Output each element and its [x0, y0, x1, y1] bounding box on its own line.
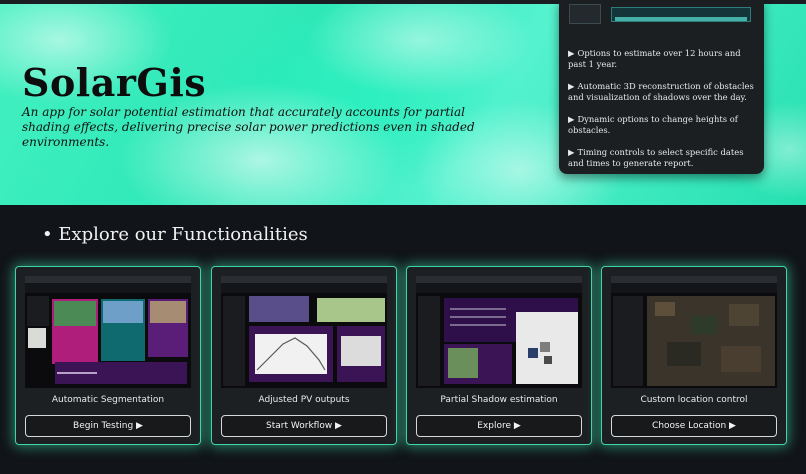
section-title: • Explore our Functionalities: [42, 224, 308, 245]
card-label: Adjusted PV outputs: [258, 395, 350, 405]
location-screenshot: [611, 276, 777, 388]
feature-card-shadow: Partial Shadow estimation Explore ▶: [406, 266, 592, 445]
triangle-icon: ▶: [568, 114, 575, 124]
app-title: SolarGis: [22, 60, 207, 105]
features-panel: ▶ Options to estimate over 12 hours and p…: [559, 0, 764, 174]
feature-card-pv-outputs: Adjusted PV outputs Start Workflow ▶: [211, 266, 397, 445]
hero-banner: SolarGis An app for solar potential esti…: [0, 0, 806, 205]
feature-card-segmentation: Automatic Segmentation Begin Testing ▶: [15, 266, 201, 445]
feature-card-location: Custom location control Choose Location …: [601, 266, 787, 445]
explore-button[interactable]: Explore ▶: [416, 415, 582, 437]
card-label: Custom location control: [640, 395, 748, 405]
choose-location-button[interactable]: Choose Location ▶: [611, 415, 777, 437]
feature-item: ▶ Dynamic options to change heights of ob…: [568, 114, 738, 135]
pv-outputs-screenshot: [221, 276, 387, 388]
card-label: Partial Shadow estimation: [440, 395, 558, 405]
start-workflow-button[interactable]: Start Workflow ▶: [221, 415, 387, 437]
feature-item: ▶ Options to estimate over 12 hours and p…: [568, 48, 741, 69]
begin-testing-button[interactable]: Begin Testing ▶: [25, 415, 191, 437]
segmentation-screenshot: [25, 276, 191, 388]
triangle-icon: ▶: [568, 48, 575, 58]
triangle-icon: ▶: [568, 81, 575, 91]
feature-item: ▶ Automatic 3D reconstruction of obstacle…: [568, 81, 754, 102]
panel-preview-image: [569, 4, 755, 24]
card-label: Automatic Segmentation: [51, 395, 165, 405]
triangle-icon: ▶: [568, 147, 575, 157]
app-description: An app for solar potential estimation th…: [22, 105, 475, 149]
feature-item: ▶ Timing controls to select specific date…: [568, 147, 744, 168]
features-list: ▶ Options to estimate over 12 hours and p…: [568, 48, 760, 180]
shadow-screenshot: [416, 276, 582, 388]
